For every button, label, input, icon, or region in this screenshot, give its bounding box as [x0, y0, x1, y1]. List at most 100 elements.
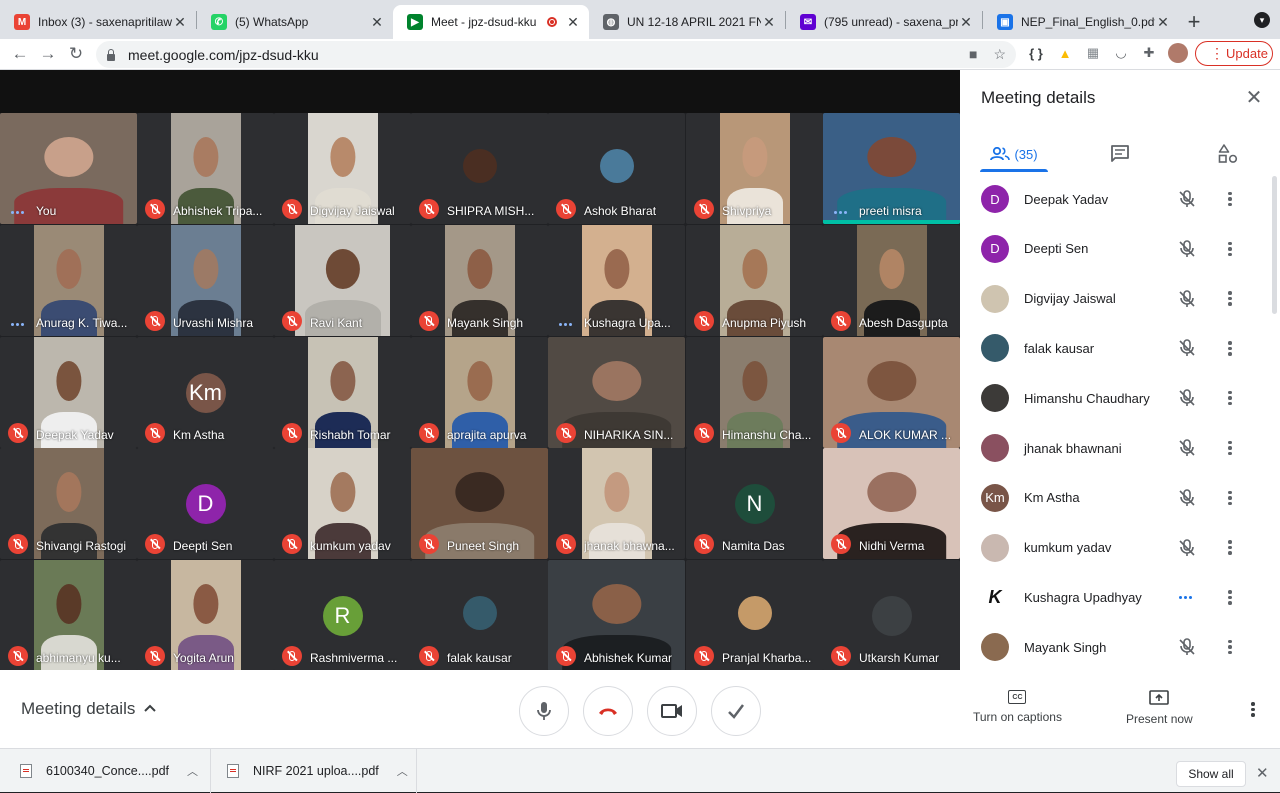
- participant-row[interactable]: Digvijay Jaiswal: [960, 274, 1270, 324]
- more-options-icon[interactable]: [1228, 440, 1232, 456]
- show-all-downloads-button[interactable]: Show all: [1176, 761, 1246, 787]
- more-options-icon[interactable]: [1228, 341, 1232, 356]
- more-options-icon[interactable]: [1228, 241, 1232, 257]
- participant-row[interactable]: D Deepti Sen: [960, 224, 1270, 274]
- profile-avatar-icon[interactable]: [1168, 43, 1188, 63]
- participant-tile[interactable]: NIHARIKA SIN...: [548, 337, 685, 448]
- participant-tile[interactable]: Shivpriya: [686, 113, 823, 224]
- tab-people[interactable]: (35): [980, 136, 1048, 172]
- reload-icon[interactable]: ↻: [62, 40, 90, 68]
- microphone-off-icon[interactable]: [1177, 239, 1197, 259]
- browser-tab[interactable]: ✆ (5) WhatsApp ✕: [197, 5, 393, 39]
- participant-tile[interactable]: ALOK KUMAR ...: [823, 337, 960, 448]
- participant-tile[interactable]: Himanshu Cha...: [686, 337, 823, 448]
- bookmark-star-icon[interactable]: ☆: [993, 46, 1006, 63]
- browser-tab[interactable]: ▣ NEP_Final_English_0.pdf ✕: [983, 5, 1179, 39]
- tab-search-icon[interactable]: ▾: [1254, 12, 1270, 28]
- participant-tile[interactable]: Abesh Dasgupta: [823, 225, 960, 336]
- chevron-up-icon[interactable]: ︿: [187, 763, 198, 779]
- close-tab-icon[interactable]: ✕: [565, 14, 581, 30]
- google-drive-icon[interactable]: ▲: [1055, 43, 1075, 63]
- participant-tile[interactable]: jhanak bhawna...: [548, 448, 685, 559]
- microphone-off-icon[interactable]: [1177, 388, 1197, 408]
- participant-row[interactable]: kumkum yadav: [960, 523, 1270, 573]
- participant-tile[interactable]: aprajita apurva: [411, 337, 548, 448]
- leave-call-button[interactable]: [583, 686, 633, 736]
- more-options-icon[interactable]: [1228, 490, 1232, 506]
- extension-image-icon[interactable]: ▦: [1083, 43, 1103, 63]
- participant-tile[interactable]: Rishabh Tomar: [274, 337, 411, 448]
- microphone-off-icon[interactable]: [1177, 189, 1197, 209]
- address-bar[interactable]: meet.google.com/jpz-dsud-kku ■ ☆: [96, 41, 1016, 68]
- download-item[interactable]: NIRF 2021 uploa....pdf ︿: [227, 749, 417, 793]
- participant-tile[interactable]: Abhishek Kumar: [548, 560, 685, 671]
- participant-row[interactable]: falak kausar: [960, 323, 1270, 373]
- close-panel-icon[interactable]: ✕: [1244, 88, 1264, 108]
- camera-button[interactable]: [647, 686, 697, 736]
- download-item[interactable]: 6100340_Conce....pdf ︿: [20, 749, 210, 793]
- participant-tile[interactable]: You: [0, 113, 137, 224]
- pocket-icon[interactable]: ◡: [1111, 43, 1131, 63]
- browser-tab[interactable]: ▶ Meet - jpz-dsud-kku ✕: [393, 5, 589, 39]
- browser-tab[interactable]: M Inbox (3) - saxenapritilaw@ ✕: [0, 5, 196, 39]
- participant-tile[interactable]: preeti misra: [823, 113, 960, 224]
- microphone-off-icon[interactable]: [1177, 438, 1197, 458]
- participant-tile[interactable]: Anurag K. Tiwa...: [0, 225, 137, 336]
- more-options-icon[interactable]: [1228, 191, 1232, 207]
- participant-tile[interactable]: Puneet Singh: [411, 448, 548, 559]
- tab-chat[interactable]: [1108, 136, 1132, 172]
- more-options-icon[interactable]: [1228, 291, 1232, 306]
- participant-tile[interactable]: N Namita Das: [686, 448, 823, 559]
- participant-tile[interactable]: Km Km Astha: [137, 337, 274, 448]
- participant-tile[interactable]: Anupma Piyush: [686, 225, 823, 336]
- participant-tile[interactable]: kumkum yadav: [274, 448, 411, 559]
- chevron-up-icon[interactable]: ︿: [397, 763, 408, 779]
- participant-tile[interactable]: Utkarsh Kumar: [823, 560, 960, 671]
- meeting-details-button[interactable]: Meeting details: [21, 699, 135, 719]
- close-tab-icon[interactable]: ✕: [761, 14, 777, 30]
- browser-tab[interactable]: ◍ UN 12-18 APRIL 2021 FNAL✕: [589, 5, 785, 39]
- participant-row[interactable]: D Deepak Yadav: [960, 174, 1270, 224]
- extension-button[interactable]: [711, 686, 761, 736]
- microphone-off-icon[interactable]: [1177, 488, 1197, 508]
- participant-tile[interactable]: SHIPRA MISH...: [411, 113, 548, 224]
- tab-activities[interactable]: [1216, 136, 1240, 172]
- participant-tile[interactable]: falak kausar: [411, 560, 548, 671]
- close-tab-icon[interactable]: ✕: [172, 14, 188, 30]
- more-options-icon[interactable]: [1228, 590, 1232, 605]
- forward-icon[interactable]: →: [34, 40, 62, 68]
- close-tab-icon[interactable]: ✕: [369, 14, 385, 30]
- participant-row[interactable]: Himanshu Chaudhary: [960, 373, 1270, 423]
- more-options-icon[interactable]: [1228, 540, 1232, 555]
- participant-tile[interactable]: Ashok Bharat: [548, 113, 685, 224]
- participant-tile[interactable]: Mayank Singh: [411, 225, 548, 336]
- participant-tile[interactable]: Abhishek Tripa...: [137, 113, 274, 224]
- microphone-off-icon[interactable]: [1177, 338, 1197, 358]
- participant-tile[interactable]: Shivangi Rastogi: [0, 448, 137, 559]
- participant-tile[interactable]: R Rashmiverma ...: [274, 560, 411, 671]
- chevron-up-icon[interactable]: [143, 699, 157, 717]
- close-tab-icon[interactable]: ✕: [1155, 14, 1171, 30]
- more-options-icon[interactable]: [1251, 702, 1255, 717]
- camera-in-use-icon[interactable]: ■: [969, 46, 977, 63]
- participant-tile[interactable]: Digvijay Jaiswal: [274, 113, 411, 224]
- participant-row[interactable]: Mayank Singh: [960, 622, 1270, 670]
- participant-tile[interactable]: Ravi Kant: [274, 225, 411, 336]
- participant-tile[interactable]: Pranjal Kharba...: [686, 560, 823, 671]
- more-options-icon[interactable]: [1228, 390, 1232, 406]
- microphone-off-icon[interactable]: [1177, 538, 1197, 558]
- participant-tile[interactable]: Nidhi Verma: [823, 448, 960, 559]
- json-extension-icon[interactable]: { }: [1026, 43, 1046, 63]
- close-tab-icon[interactable]: ✕: [958, 14, 974, 30]
- new-tab-icon[interactable]: +: [1179, 5, 1209, 39]
- microphone-off-icon[interactable]: [1177, 289, 1197, 309]
- update-button[interactable]: ⋮ Update: [1195, 41, 1273, 66]
- participant-tile[interactable]: Deepak Yadav: [0, 337, 137, 448]
- more-options-icon[interactable]: [1228, 639, 1232, 655]
- back-icon[interactable]: ←: [6, 40, 34, 68]
- browser-tab[interactable]: ✉ (795 unread) - saxena_priti ✕: [786, 5, 982, 39]
- microphone-off-icon[interactable]: [1177, 637, 1197, 657]
- extensions-puzzle-icon[interactable]: ✚: [1139, 43, 1159, 63]
- present-now-button[interactable]: Present now: [1126, 690, 1193, 726]
- participant-row[interactable]: Km Km Astha: [960, 473, 1270, 523]
